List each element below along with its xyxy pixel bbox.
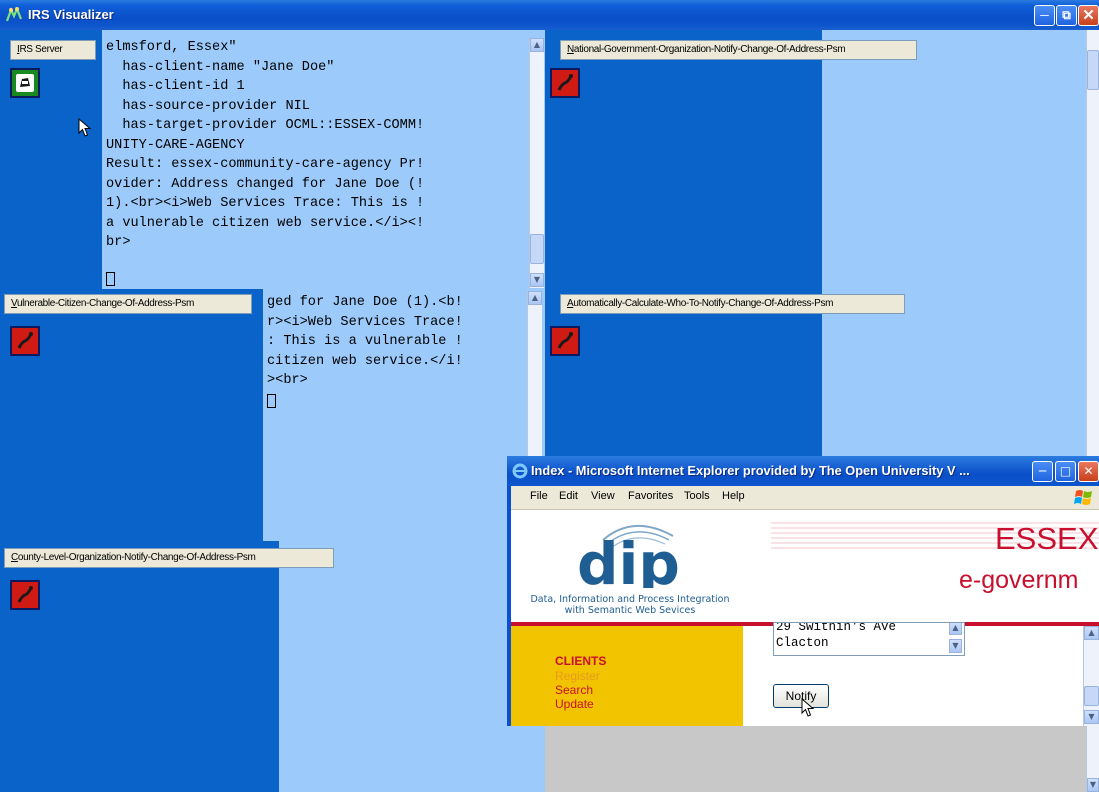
menu-file[interactable]: File xyxy=(530,490,548,502)
tab-label: ounty-Level-Organization-Notify-Change-O… xyxy=(17,552,256,563)
irs-server-log-pane[interactable]: elmsford, Essex" has-client-name "Jane D… xyxy=(102,30,545,289)
close-icon: ✕ xyxy=(1083,464,1094,478)
text-cursor xyxy=(267,394,276,408)
county-agent-icon[interactable] xyxy=(10,580,40,610)
mouse-pointer-icon xyxy=(801,698,815,717)
svg-text:dip: dip xyxy=(577,530,680,588)
ie-window-title: Index - Microsoft Internet Explorer prov… xyxy=(531,463,970,478)
maximize-icon: □ xyxy=(1059,464,1072,478)
vulnerable-log-pane[interactable]: ged for Jane Doe (1).<b! r><i>Web Servic… xyxy=(263,289,545,541)
ie-page-scrollbar[interactable]: ▲ ▼ xyxy=(1083,626,1099,726)
menu-view[interactable]: View xyxy=(591,490,615,502)
tab-automatically-calculate-psm[interactable]: Automatically-Calculate-Who-To-Notify-Ch… xyxy=(560,294,905,314)
national-log-pane[interactable] xyxy=(822,30,1090,289)
restore-icon: ⧉ xyxy=(1062,8,1071,22)
dip-logo-caption: Data, Information and Process Integratio… xyxy=(513,594,747,616)
left-nav: CLIENTS Register Search Update xyxy=(511,626,743,726)
irs-server-icon[interactable] xyxy=(10,68,40,98)
menu-help[interactable]: Help xyxy=(722,490,745,502)
ie-minimize-button[interactable]: ─ xyxy=(1032,461,1053,482)
national-agent-icon[interactable] xyxy=(550,68,580,98)
scroll-up-icon[interactable]: ▲ xyxy=(530,38,544,52)
page-header: dip Data, Information and Process Integr… xyxy=(511,510,1099,622)
menu-favorites[interactable]: Favorites xyxy=(628,490,673,502)
tab-hotkey: C xyxy=(11,552,18,563)
tab-label: ulnerable-Citizen-Change-Of-Address-Psm xyxy=(16,298,194,309)
menu-edit[interactable]: Edit xyxy=(559,490,578,502)
minimize-icon: ─ xyxy=(1040,8,1049,22)
county-log-pane[interactable] xyxy=(279,541,545,792)
dip-logo-icon: dip xyxy=(577,524,680,588)
ie-title-bar[interactable]: Index - Microsoft Internet Explorer prov… xyxy=(507,456,1099,486)
scroll-up-icon[interactable]: ▲ xyxy=(528,291,542,305)
tab-county-level-psm[interactable]: County-Level-Organization-Notify-Change-… xyxy=(4,548,334,568)
scroll-up-icon[interactable]: ▲ xyxy=(949,623,962,635)
tab-label: RS Server xyxy=(19,44,63,55)
national-agent-pane xyxy=(545,30,822,289)
close-icon: ✕ xyxy=(1082,7,1095,24)
window-title: IRS Visualizer xyxy=(28,7,114,22)
ie-page-content: dip Data, Information and Process Integr… xyxy=(511,510,1099,726)
nav-link-update[interactable]: Update xyxy=(555,697,594,711)
scroll-down-icon[interactable]: ▼ xyxy=(949,639,962,653)
text-cursor xyxy=(106,272,115,286)
mouse-pointer-icon xyxy=(78,118,92,137)
irs-server-log: elmsford, Essex" has-client-name "Jane D… xyxy=(106,40,425,250)
nav-heading: CLIENTS xyxy=(555,654,607,668)
irs-app-icon xyxy=(6,7,22,22)
tab-hotkey: N xyxy=(567,44,574,55)
tab-label: utomatically-Calculate-Who-To-Notify-Cha… xyxy=(573,298,834,309)
irs-server-log-scrollbar[interactable]: ▲ ▼ xyxy=(529,38,544,288)
tab-vulnerable-citizen-psm[interactable]: Vulnerable-Citizen-Change-Of-Address-Psm xyxy=(4,294,252,314)
dip-caption-line-2: with Semantic Web Sevices xyxy=(564,605,696,616)
scroll-down-icon[interactable]: ▼ xyxy=(1084,710,1099,724)
ie-menu-bar: File Edit View Favorites Tools Help xyxy=(511,486,1099,510)
scroll-down-icon[interactable]: ▼ xyxy=(1087,778,1099,792)
ie-icon xyxy=(512,463,528,479)
county-agent-pane xyxy=(0,541,279,792)
nav-link-register[interactable]: Register xyxy=(555,669,600,683)
windows-logo-icon xyxy=(1074,490,1092,505)
page-body: 29 Swithin's Ave Clacton ▲ ▼ Notify ▲ ▼ xyxy=(743,622,1099,726)
ie-window[interactable]: Index - Microsoft Internet Explorer prov… xyxy=(507,456,1099,726)
dip-caption-line-1: Data, Information and Process Integratio… xyxy=(530,594,730,605)
scroll-up-icon[interactable]: ▲ xyxy=(1084,626,1099,640)
scroll-down-icon[interactable]: ▼ xyxy=(530,273,544,287)
menu-tools[interactable]: Tools xyxy=(684,490,710,502)
address-textarea[interactable]: 29 Swithin's Ave Clacton ▲ ▼ xyxy=(773,622,965,656)
vulnerable-log: ged for Jane Doe (1).<b! r><i>Web Servic… xyxy=(267,295,463,388)
vulnerable-agent-icon[interactable] xyxy=(10,326,40,356)
ie-close-button[interactable]: ✕ xyxy=(1078,461,1099,482)
maximize-button[interactable]: ⧉ xyxy=(1056,5,1077,26)
close-button[interactable]: ✕ xyxy=(1078,5,1099,26)
ie-maximize-button[interactable]: □ xyxy=(1055,461,1076,482)
scroll-thumb[interactable] xyxy=(1084,686,1099,706)
address-text: 29 Swithin's Ave Clacton xyxy=(776,622,897,650)
minimize-button[interactable]: ─ xyxy=(1034,5,1055,26)
scroll-thumb[interactable] xyxy=(1087,50,1099,90)
nav-link-search[interactable]: Search xyxy=(555,683,593,697)
window-title-bar[interactable]: IRS Visualizer ─ ⧉ ✕ xyxy=(0,0,1099,30)
banner-title: ESSEX xyxy=(995,521,1099,556)
automatic-agent-icon[interactable] xyxy=(550,326,580,356)
banner-subtitle: e-governm xyxy=(959,566,1079,594)
tab-label: ational-Government-Organization-Notify-C… xyxy=(573,44,846,55)
tab-national-government-psm[interactable]: National-Government-Organization-Notify-… xyxy=(560,40,917,60)
tab-irs-server[interactable]: IRS Server xyxy=(10,40,96,60)
minimize-icon: ─ xyxy=(1038,464,1047,478)
scroll-thumb[interactable] xyxy=(530,234,544,264)
